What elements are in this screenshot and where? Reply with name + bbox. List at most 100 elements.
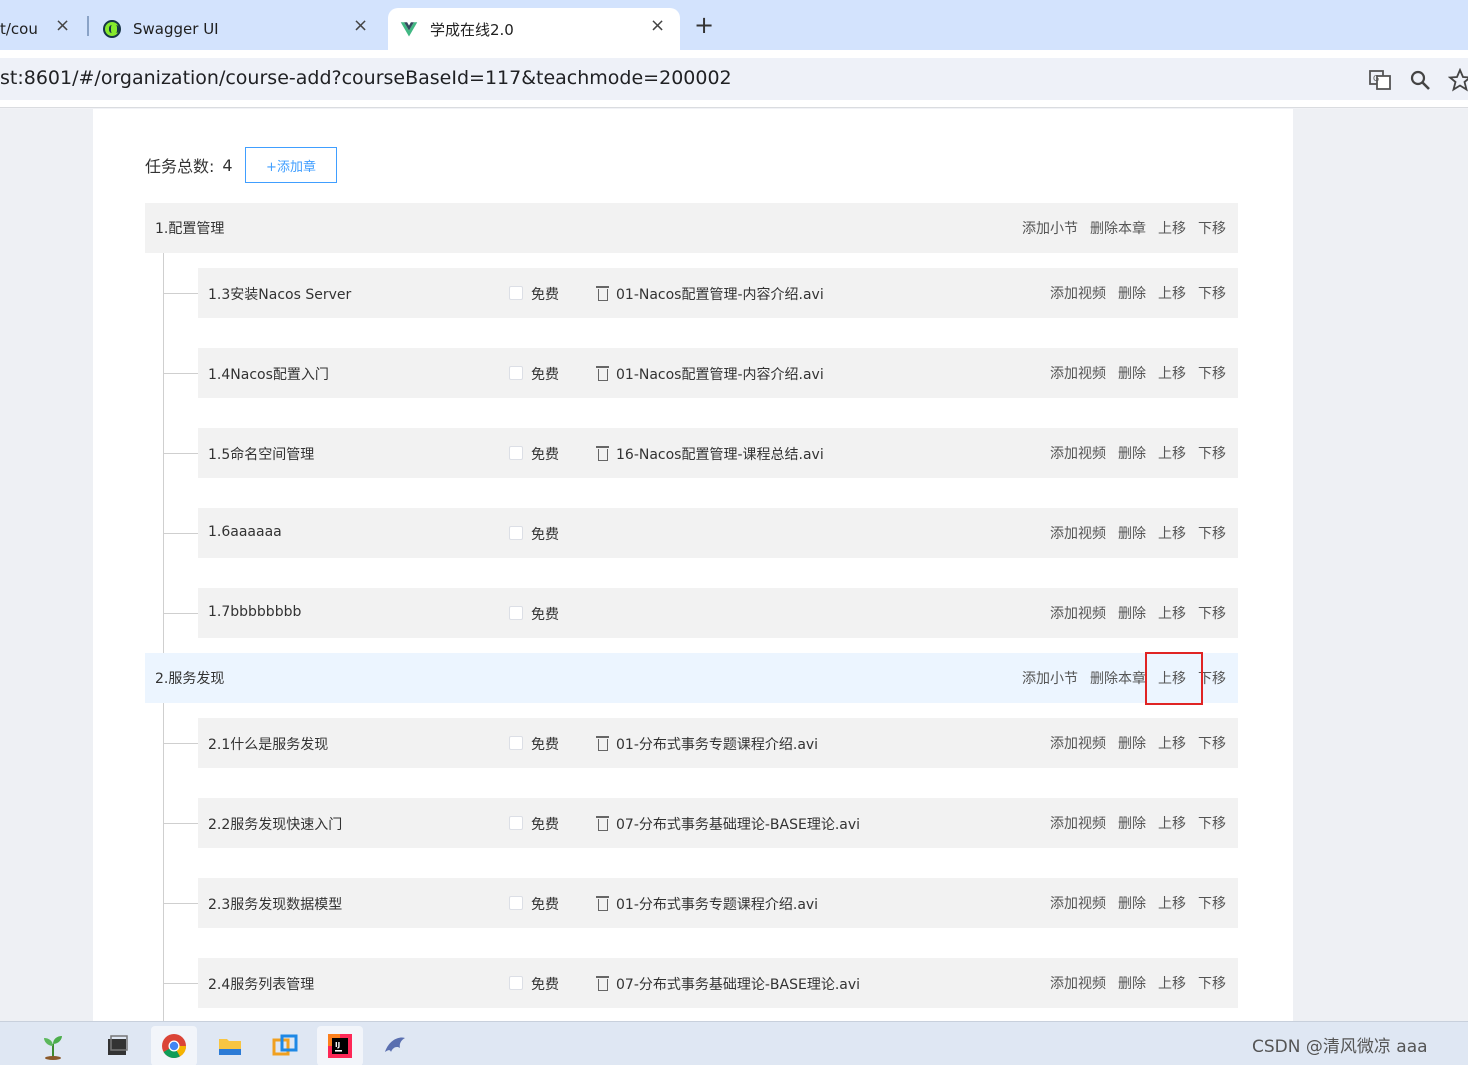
section-row[interactable]: 1.4Nacos配置入门 免费 01-Nacos配置管理-内容介绍.avi 添加…	[198, 348, 1238, 398]
add-video-button[interactable]: 添加视频	[1050, 363, 1106, 383]
trash-icon[interactable]	[596, 286, 609, 301]
free-checkbox[interactable]	[509, 366, 523, 380]
taskbar-intellij[interactable]: IJ	[317, 1026, 363, 1065]
tree-connector	[163, 373, 198, 374]
video-item: 07-分布式事务基础理论-BASE理论.avi	[596, 814, 860, 834]
browser-toolbar: st:8601/#/organization/course-add?course…	[0, 50, 1468, 108]
tab-course[interactable]: t/cou ×	[0, 8, 80, 50]
move-down-button[interactable]: 下移	[1198, 523, 1226, 543]
close-icon[interactable]: ×	[55, 15, 70, 36]
close-icon[interactable]: ×	[650, 15, 665, 36]
section-row[interactable]: 1.6aaaaaa 免费 添加视频 删除 上移 下移	[198, 508, 1238, 558]
delete-section-button[interactable]: 删除	[1118, 283, 1146, 303]
zoom-icon[interactable]	[1408, 68, 1432, 92]
trash-icon[interactable]	[596, 816, 609, 831]
section-row[interactable]: 2.1什么是服务发现 免费 01-分布式事务专题课程介绍.avi 添加视频 删除…	[198, 718, 1238, 768]
address-bar[interactable]: st:8601/#/organization/course-add?course…	[0, 58, 1468, 100]
move-down-button[interactable]: 下移	[1198, 893, 1226, 913]
move-down-button[interactable]: 下移	[1198, 283, 1226, 303]
bookmark-star-icon[interactable]	[1448, 68, 1468, 92]
video-name: 01-Nacos配置管理-内容介绍.avi	[616, 287, 824, 303]
add-video-button[interactable]: 添加视频	[1050, 973, 1106, 993]
free-checkbox[interactable]	[509, 736, 523, 750]
taskbar-dolphin-app[interactable]	[372, 1026, 418, 1065]
add-video-button[interactable]: 添加视频	[1050, 813, 1106, 833]
tree-connector	[163, 453, 198, 454]
move-down-button[interactable]: 下移	[1198, 973, 1226, 993]
new-tab-button[interactable]: +	[694, 11, 714, 39]
free-label: 免费	[531, 447, 559, 463]
add-video-button[interactable]: 添加视频	[1050, 283, 1106, 303]
free-checkbox[interactable]	[509, 976, 523, 990]
section-row[interactable]: 1.5命名空间管理 免费 16-Nacos配置管理-课程总结.avi 添加视频 …	[198, 428, 1238, 478]
move-down-button[interactable]: 下移	[1198, 443, 1226, 463]
move-up-button[interactable]: 上移	[1158, 733, 1186, 753]
free-checkbox[interactable]	[509, 446, 523, 460]
delete-chapter-button[interactable]: 删除本章	[1090, 668, 1146, 688]
add-video-button[interactable]: 添加视频	[1050, 523, 1106, 543]
add-video-button[interactable]: 添加视频	[1050, 733, 1106, 753]
taskbar-plant-app[interactable]	[30, 1026, 76, 1065]
translate-icon[interactable]: G	[1368, 68, 1392, 92]
delete-section-button[interactable]: 删除	[1118, 523, 1146, 543]
move-up-button[interactable]: 上移	[1158, 363, 1186, 383]
free-checkbox[interactable]	[509, 526, 523, 540]
taskbar-chrome[interactable]	[151, 1026, 197, 1065]
chapter-row[interactable]: 1.配置管理 添加小节 删除本章 上移 下移	[145, 203, 1238, 253]
trash-icon[interactable]	[596, 446, 609, 461]
add-chapter-button[interactable]: +添加章	[245, 147, 337, 183]
delete-chapter-button[interactable]: 删除本章	[1090, 218, 1146, 238]
section-row[interactable]: 1.7bbbbbbbb 免费 添加视频 删除 上移 下移	[198, 588, 1238, 638]
trash-icon[interactable]	[596, 976, 609, 991]
move-up-button[interactable]: 上移	[1158, 218, 1186, 238]
move-down-button[interactable]: 下移	[1198, 668, 1226, 688]
taskbar-file-explorer[interactable]	[207, 1026, 253, 1065]
tab-swagger[interactable]: Swagger UI ×	[95, 8, 385, 50]
move-up-button[interactable]: 上移	[1158, 813, 1186, 833]
trash-icon[interactable]	[596, 366, 609, 381]
delete-section-button[interactable]: 删除	[1118, 363, 1146, 383]
free-checkbox[interactable]	[509, 286, 523, 300]
delete-section-button[interactable]: 删除	[1118, 813, 1146, 833]
move-up-button[interactable]: 上移	[1158, 603, 1186, 623]
taskbar-app-squares[interactable]	[262, 1026, 308, 1065]
add-video-button[interactable]: 添加视频	[1050, 603, 1106, 623]
free-checkbox[interactable]	[509, 606, 523, 620]
move-up-button[interactable]: 上移	[1158, 973, 1186, 993]
section-title: 1.3安装Nacos Server	[208, 287, 352, 303]
video-name: 01-分布式事务专题课程介绍.avi	[616, 897, 819, 913]
move-up-button[interactable]: 上移	[1158, 283, 1186, 303]
move-down-button[interactable]: 下移	[1198, 218, 1226, 238]
move-down-button[interactable]: 下移	[1198, 813, 1226, 833]
delete-section-button[interactable]: 删除	[1118, 733, 1146, 753]
add-section-button[interactable]: 添加小节	[1022, 668, 1078, 688]
delete-section-button[interactable]: 删除	[1118, 973, 1146, 993]
free-checkbox[interactable]	[509, 896, 523, 910]
section-row[interactable]: 1.3安装Nacos Server 免费 01-Nacos配置管理-内容介绍.a…	[198, 268, 1238, 318]
delete-section-button[interactable]: 删除	[1118, 893, 1146, 913]
section-row[interactable]: 2.4服务列表管理 免费 07-分布式事务基础理论-BASE理论.avi 添加视…	[198, 958, 1238, 1008]
move-down-button[interactable]: 下移	[1198, 733, 1226, 753]
delete-section-button[interactable]: 删除	[1118, 603, 1146, 623]
move-up-button[interactable]: 上移	[1158, 523, 1186, 543]
add-section-button[interactable]: 添加小节	[1022, 218, 1078, 238]
trash-icon[interactable]	[596, 896, 609, 911]
url-text[interactable]: st:8601/#/organization/course-add?course…	[0, 67, 732, 89]
section-actions: 添加视频 删除 上移 下移	[1050, 798, 1226, 848]
section-row[interactable]: 2.3服务发现数据模型 免费 01-分布式事务专题课程介绍.avi 添加视频 删…	[198, 878, 1238, 928]
delete-section-button[interactable]: 删除	[1118, 443, 1146, 463]
free-checkbox[interactable]	[509, 816, 523, 830]
close-icon[interactable]: ×	[353, 15, 368, 36]
add-video-button[interactable]: 添加视频	[1050, 893, 1106, 913]
trash-icon[interactable]	[596, 736, 609, 751]
section-row[interactable]: 2.2服务发现快速入门 免费 07-分布式事务基础理论-BASE理论.avi 添…	[198, 798, 1238, 848]
move-up-button[interactable]: 上移	[1158, 443, 1186, 463]
chapter-row[interactable]: 2.服务发现 添加小节 删除本章 上移 下移	[145, 653, 1238, 703]
move-up-button[interactable]: 上移	[1158, 893, 1186, 913]
move-down-button[interactable]: 下移	[1198, 363, 1226, 383]
move-up-button[interactable]: 上移	[1158, 668, 1186, 688]
move-down-button[interactable]: 下移	[1198, 603, 1226, 623]
add-video-button[interactable]: 添加视频	[1050, 443, 1106, 463]
tab-xuecheng[interactable]: 学成在线2.0 ×	[388, 8, 680, 50]
taskbar-window-app[interactable]	[94, 1026, 140, 1065]
